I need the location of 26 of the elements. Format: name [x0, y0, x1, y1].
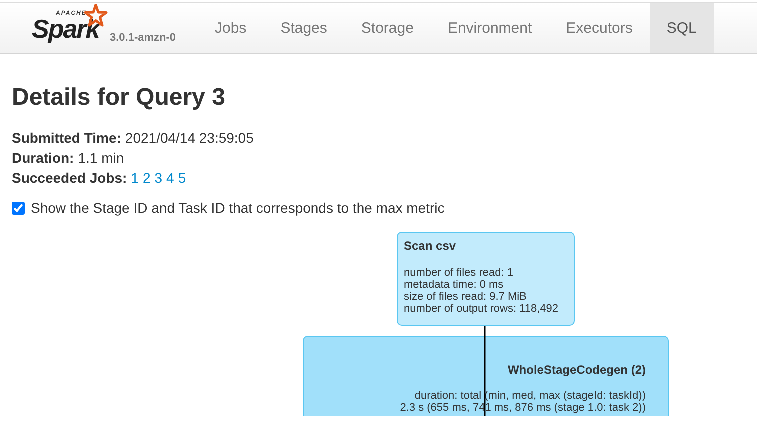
job-link[interactable]: 1 — [131, 170, 139, 186]
metric-text: number of output rows: 118,492 — [404, 303, 560, 315]
job-link[interactable]: 2 — [142, 170, 151, 186]
nav-tab[interactable]: Executors — [549, 3, 650, 53]
job-link[interactable]: 3 — [154, 170, 163, 186]
nav-tab[interactable]: SQL — [650, 3, 714, 53]
node-title: WholeStageCodegen (2) — [506, 363, 646, 377]
job-link[interactable]: 5 — [178, 170, 186, 186]
nav-tab[interactable]: Storage — [344, 3, 431, 53]
version-label: 3.0.1-amzn-0 — [110, 32, 176, 44]
field-value: 2021/04/14 23:59:05 — [125, 130, 254, 146]
nav-tab[interactable]: Stages — [264, 3, 344, 53]
metric-text: size of files read: 9.7 MiB — [404, 291, 528, 303]
nav-tab[interactable]: Jobs — [198, 3, 264, 53]
metric-text: number of files read: 1 — [404, 267, 514, 279]
field-value: 1.1 min — [78, 150, 124, 166]
node-title: Scan csv — [404, 239, 458, 253]
job-link[interactable]: 4 — [166, 170, 174, 186]
checkbox-label: Show the Stage ID and Task ID that corresponds to the max metric — [31, 200, 445, 216]
page-title: Details for Query 3 — [12, 84, 226, 112]
field-label: Submitted Time: — [12, 130, 122, 146]
logo-wordmark: Spark — [32, 16, 100, 42]
field-label: Succeeded Jobs: — [12, 170, 128, 186]
metric-text: metadata time: 0 ms — [404, 279, 505, 291]
field-label: Duration: — [12, 150, 74, 166]
nav-tab[interactable]: Environment — [430, 3, 550, 53]
